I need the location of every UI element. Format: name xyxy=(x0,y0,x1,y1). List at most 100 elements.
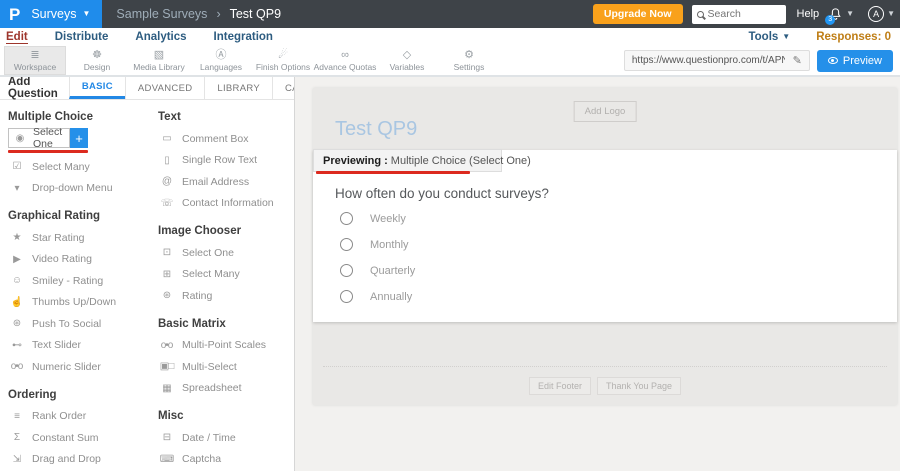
question-type-captcha[interactable]: ⌨Captcha xyxy=(158,449,290,471)
question-type-label: Multi-Point Scales xyxy=(182,339,266,351)
workspace-icon: ≣ xyxy=(30,50,39,61)
question-type-select-many[interactable]: ☑Select Many xyxy=(8,156,134,178)
multi-point-icon: o•o xyxy=(158,340,175,351)
toolbar-item-workspace[interactable]: ≣Workspace xyxy=(4,46,66,75)
menu-item-integration[interactable]: Integration xyxy=(214,31,273,43)
breadcrumb-separator: › xyxy=(216,7,220,21)
question-type-select-many[interactable]: ⊞Select Many xyxy=(158,264,290,286)
upgrade-now-button[interactable]: Upgrade Now xyxy=(593,4,683,24)
question-type-comment-box[interactable]: ▭Comment Box xyxy=(158,128,290,150)
question-type-rating[interactable]: ⊛Rating xyxy=(158,285,290,307)
menu-item-distribute[interactable]: Distribute xyxy=(55,31,109,43)
breadcrumb-parent[interactable]: Sample Surveys xyxy=(116,7,207,21)
question-type-smiley-rating[interactable]: ☺Smiley - Rating xyxy=(8,270,134,292)
question-text[interactable]: How often do you conduct surveys? xyxy=(335,186,549,201)
question-type-label: Spreadsheet xyxy=(182,382,242,394)
toolbar-item-advance-quotas[interactable]: ∞Advance Quotas xyxy=(314,46,376,75)
question-type-constant-sum[interactable]: Σ Constant Sum xyxy=(8,427,134,449)
question-type-label: Comment Box xyxy=(182,133,249,145)
surveys-menu[interactable]: P Surveys▼ xyxy=(0,0,102,28)
question-type-numeric-slider[interactable]: o•o Numeric Slider xyxy=(8,356,134,378)
thank-you-page-button[interactable]: Thank You Page xyxy=(597,377,681,395)
advance-quotas-icon: ∞ xyxy=(341,50,349,61)
notifications-button[interactable]: 3 xyxy=(828,7,843,22)
survey-url-box[interactable]: https://www.questionpro.com/t/APNrfZ ✎ xyxy=(624,50,810,71)
question-type-select-one-selected[interactable]: ◉Select One xyxy=(8,128,70,148)
workspace-toolbar: ≣Workspace☸Design▧Media LibraryⒶLanguage… xyxy=(0,46,900,77)
question-type-label: Numeric Slider xyxy=(32,361,101,373)
question-type-label: Text Slider xyxy=(32,339,81,351)
menu-item-edit[interactable]: Edit xyxy=(6,31,28,44)
question-type-label: Star Rating xyxy=(32,232,85,244)
answer-option-annually[interactable]: Annually xyxy=(340,290,412,303)
answer-option-weekly[interactable]: Weekly xyxy=(340,212,406,225)
add-logo-button[interactable]: Add Logo xyxy=(574,101,637,122)
question-type-drop-down-menu[interactable]: ▾Drop-down Menu xyxy=(8,178,134,200)
question-type-spreadsheet[interactable]: ▦Spreadsheet xyxy=(158,378,290,400)
question-type-rank-order[interactable]: ≡Rank Order xyxy=(8,406,134,428)
survey-title[interactable]: Test QP9 xyxy=(335,118,417,141)
add-question-type-button[interactable]: + xyxy=(70,128,88,148)
survey-footer-bar: Edit Footer Thank You Page xyxy=(323,366,887,404)
question-type-select-one[interactable]: ⊡Select One xyxy=(158,242,290,264)
eye-icon xyxy=(828,57,838,64)
toolbar-item-languages[interactable]: ⒶLanguages xyxy=(190,46,252,75)
preview-button[interactable]: Preview xyxy=(817,50,893,72)
questionpro-logo: P xyxy=(9,6,20,23)
radio-button-icon[interactable] xyxy=(340,290,353,303)
at-icon: @ xyxy=(158,176,175,187)
media-library-icon: ▧ xyxy=(154,50,164,61)
avatar[interactable]: A xyxy=(868,6,884,22)
tab-basic[interactable]: BASIC xyxy=(69,77,125,99)
answer-option-monthly[interactable]: Monthly xyxy=(340,238,409,251)
toolbar-item-design[interactable]: ☸Design xyxy=(66,46,128,75)
question-type-thumbs-up-down[interactable]: ☝Thumbs Up/Down xyxy=(8,292,134,314)
chevron-down-icon[interactable]: ▼ xyxy=(887,10,895,18)
sigma-icon: Σ xyxy=(8,432,25,443)
question-type-contact-information[interactable]: ☏Contact Information xyxy=(158,193,290,215)
edit-url-icon[interactable]: ✎ xyxy=(793,54,802,67)
add-question-panel: Add Question BASICADVANCEDLIBRARYCANVAS … xyxy=(0,77,295,471)
numeric-slider-icon: o•o xyxy=(8,361,25,372)
tools-menu[interactable]: Tools▼ xyxy=(748,31,790,43)
question-type-multi-select[interactable]: ▣□Multi-Select xyxy=(158,356,290,378)
toolbar-item-finish-options[interactable]: ☄Finish Options xyxy=(252,46,314,75)
radio-button-icon[interactable] xyxy=(340,264,353,277)
radio-button-icon[interactable] xyxy=(340,212,353,225)
question-type-multi-point-scales[interactable]: o•o Multi-Point Scales xyxy=(158,335,290,357)
question-type-text-slider[interactable]: ⊷Text Slider xyxy=(8,335,134,357)
add-question-title: Add Question xyxy=(0,77,69,99)
finish-options-icon: ☄ xyxy=(278,50,288,61)
tab-library[interactable]: LIBRARY xyxy=(204,77,272,99)
captcha-icon: ⌨ xyxy=(158,454,175,465)
search-input[interactable] xyxy=(708,8,776,20)
toolbar-item-settings[interactable]: ⚙Settings xyxy=(438,46,500,75)
question-type-video-rating[interactable]: ▶Video Rating xyxy=(8,249,134,271)
question-type-label: Contact Information xyxy=(182,197,274,209)
help-link[interactable]: Help xyxy=(797,8,820,20)
responses-count[interactable]: Responses: 0 xyxy=(816,31,891,43)
answer-option-quarterly[interactable]: Quarterly xyxy=(340,264,415,277)
search-icon xyxy=(697,11,704,18)
question-type-label: Constant Sum xyxy=(32,432,99,444)
question-type-date-time[interactable]: ⊟Date / Time xyxy=(158,427,290,449)
toolbar-item-media-library[interactable]: ▧Media Library xyxy=(128,46,190,75)
edit-footer-button[interactable]: Edit Footer xyxy=(529,377,591,395)
search-box[interactable] xyxy=(692,5,786,24)
question-type-single-row-text[interactable]: ▯Single Row Text xyxy=(158,150,290,172)
menu-item-analytics[interactable]: Analytics xyxy=(135,31,186,43)
radio-button-icon[interactable] xyxy=(340,238,353,251)
question-type-push-to-social[interactable]: ⊛Push To Social xyxy=(8,313,134,335)
variables-icon: ◇ xyxy=(403,50,411,61)
tab-advanced[interactable]: ADVANCED xyxy=(125,77,204,99)
question-type-label: Rank Order xyxy=(32,410,86,422)
toolbar-item-variables[interactable]: ◇Variables xyxy=(376,46,438,75)
question-type-drag-and-drop[interactable]: ⇲Drag and Drop xyxy=(8,449,134,471)
toolbar-item-label: Media Library xyxy=(133,62,185,72)
image-select-one-icon: ⊡ xyxy=(158,247,175,258)
question-type-star-rating[interactable]: ★Star Rating xyxy=(8,227,134,249)
image-rating-icon: ⊛ xyxy=(158,290,175,301)
chevron-down-icon[interactable]: ▼ xyxy=(846,10,854,18)
question-type-email-address[interactable]: @Email Address xyxy=(158,171,290,193)
tab-canvas[interactable]: CANVAS xyxy=(272,77,295,99)
